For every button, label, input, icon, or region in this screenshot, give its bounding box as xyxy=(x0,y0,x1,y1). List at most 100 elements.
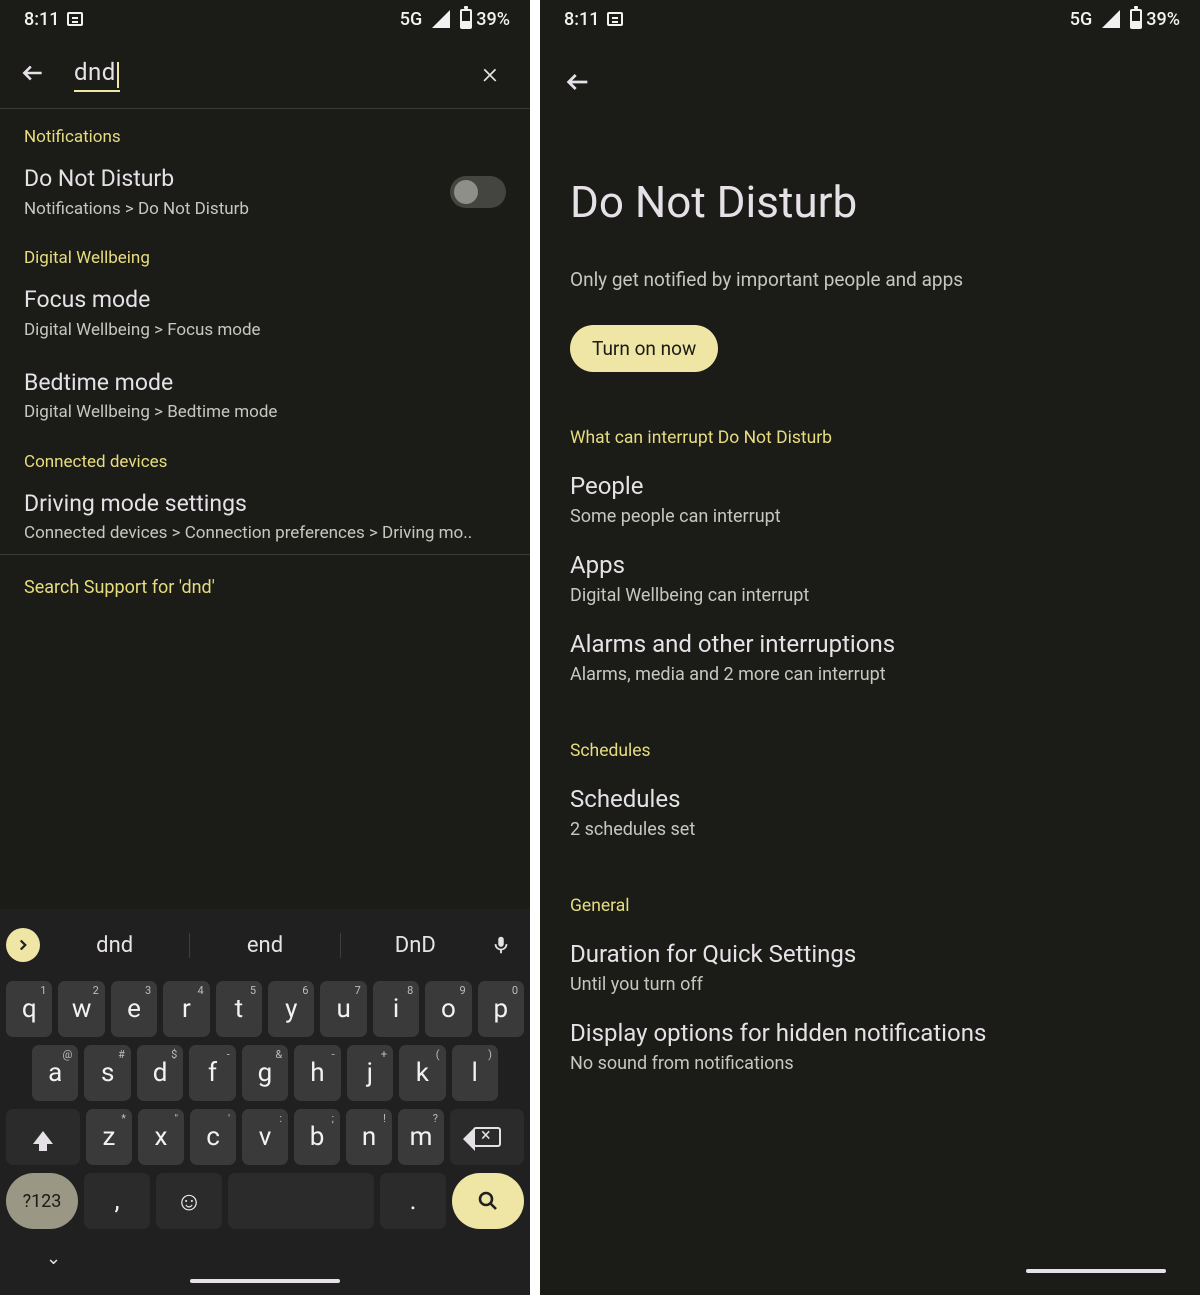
key-k[interactable]: k( xyxy=(399,1045,445,1101)
suggestion-1[interactable]: dnd xyxy=(40,933,189,958)
search-support-link[interactable]: Search Support for 'dnd' xyxy=(0,554,530,620)
battery-icon xyxy=(460,9,472,29)
key-j[interactable]: j+ xyxy=(347,1045,393,1101)
section-general: General xyxy=(540,840,1200,916)
key-h[interactable]: h- xyxy=(294,1045,340,1101)
key-z[interactable]: z* xyxy=(86,1109,132,1165)
collapse-keyboard-icon[interactable]: ⌄ xyxy=(46,1248,61,1269)
search-results: Notifications Do Not Disturb Notificatio… xyxy=(0,109,530,909)
search-key[interactable] xyxy=(452,1173,524,1229)
section-connected-devices: Connected devices xyxy=(0,434,530,472)
result-bedtime-mode[interactable]: Bedtime mode Digital Wellbeing > Bedtime… xyxy=(0,351,530,434)
key-u[interactable]: u7 xyxy=(320,981,366,1037)
key-b[interactable]: b; xyxy=(294,1109,340,1165)
battery-level: 39% xyxy=(476,9,510,30)
result-path: Connected devices > Connection preferenc… xyxy=(24,522,506,544)
space-key[interactable] xyxy=(228,1173,374,1229)
item-sub: No sound from notifications xyxy=(570,1053,1170,1074)
key-r[interactable]: r4 xyxy=(163,981,209,1037)
result-do-not-disturb[interactable]: Do Not Disturb Notifications > Do Not Di… xyxy=(0,147,530,230)
nav-bar: ⌄ xyxy=(0,1237,530,1295)
result-path: Digital Wellbeing > Focus mode xyxy=(24,319,506,341)
item-title: Alarms and other interruptions xyxy=(570,630,1170,658)
key-t[interactable]: t5 xyxy=(216,981,262,1037)
item-sub: 2 schedules set xyxy=(570,819,1170,840)
dnd-toggle[interactable] xyxy=(450,176,506,208)
result-path: Digital Wellbeing > Bedtime mode xyxy=(24,401,506,423)
key-w[interactable]: w2 xyxy=(58,981,104,1037)
key-q[interactable]: q1 xyxy=(6,981,52,1037)
key-f[interactable]: f- xyxy=(189,1045,235,1101)
emoji-key[interactable]: ☺ xyxy=(156,1173,222,1229)
symbols-key[interactable]: ?123 xyxy=(6,1173,78,1229)
key-m[interactable]: m? xyxy=(398,1109,444,1165)
backspace-key[interactable] xyxy=(450,1109,524,1165)
result-title: Bedtime mode xyxy=(24,369,506,398)
suggestion-3[interactable]: DnD xyxy=(340,933,490,958)
on-screen-keyboard: dnd end DnD q1w2e3r4t5y6u7i8o9p0 a@s#d$f… xyxy=(0,909,530,1295)
back-button[interactable] xyxy=(540,38,1200,106)
item-apps[interactable]: Apps Digital Wellbeing can interrupt xyxy=(540,527,1200,606)
clear-search-button[interactable]: × xyxy=(470,56,510,91)
item-title: Display options for hidden notifications xyxy=(570,1019,1170,1047)
key-y[interactable]: y6 xyxy=(268,981,314,1037)
search-input[interactable]: dnd xyxy=(74,58,470,89)
item-title: Schedules xyxy=(570,785,1170,813)
item-people[interactable]: People Some people can interrupt xyxy=(540,448,1200,527)
key-v[interactable]: v: xyxy=(242,1109,288,1165)
key-x[interactable]: x" xyxy=(138,1109,184,1165)
suggestion-2[interactable]: end xyxy=(189,933,339,958)
item-sub: Some people can interrupt xyxy=(570,506,1170,527)
key-s[interactable]: s# xyxy=(84,1045,130,1101)
item-title: Apps xyxy=(570,551,1170,579)
battery-icon xyxy=(1130,9,1142,29)
result-driving-mode[interactable]: Driving mode settings Connected devices … xyxy=(0,472,530,555)
search-settings-screen: 8:11 5G 39% dnd × Notifications Do Not D… xyxy=(0,0,530,1295)
section-digital-wellbeing: Digital Wellbeing xyxy=(0,230,530,268)
keyboard-row-4: ?123 , ☺ . xyxy=(0,1165,530,1237)
home-indicator[interactable] xyxy=(1026,1269,1166,1273)
key-g[interactable]: g& xyxy=(242,1045,288,1101)
expand-chip[interactable] xyxy=(6,928,40,962)
item-sub: Alarms, media and 2 more can interrupt xyxy=(570,664,1170,685)
key-a[interactable]: a@ xyxy=(32,1045,78,1101)
home-indicator[interactable] xyxy=(190,1279,340,1283)
result-title: Focus mode xyxy=(24,286,506,315)
dnd-settings-screen: 8:11 5G 39% Do Not Disturb Only get noti… xyxy=(540,0,1200,1295)
item-title: Duration for Quick Settings xyxy=(570,940,1170,968)
key-o[interactable]: o9 xyxy=(425,981,471,1037)
key-i[interactable]: i8 xyxy=(373,981,419,1037)
item-sub: Digital Wellbeing can interrupt xyxy=(570,585,1170,606)
item-alarms[interactable]: Alarms and other interruptions Alarms, m… xyxy=(540,606,1200,685)
section-interrupt: What can interrupt Do Not Disturb xyxy=(540,372,1200,448)
item-duration[interactable]: Duration for Quick Settings Until you tu… xyxy=(540,916,1200,995)
key-d[interactable]: d$ xyxy=(137,1045,183,1101)
battery-level: 39% xyxy=(1146,9,1180,30)
mic-icon[interactable] xyxy=(490,934,524,956)
shift-key[interactable] xyxy=(6,1109,80,1165)
period-key[interactable]: . xyxy=(380,1173,446,1229)
dnd-content: Do Not Disturb Only get notified by impo… xyxy=(540,106,1200,1295)
back-arrow-icon[interactable] xyxy=(20,60,46,86)
turn-on-button[interactable]: Turn on now xyxy=(570,325,718,372)
search-header: dnd × xyxy=(0,38,530,108)
result-path: Notifications > Do Not Disturb xyxy=(24,198,249,220)
comma-key[interactable]: , xyxy=(84,1173,150,1229)
status-time: 8:11 xyxy=(564,9,599,30)
status-bar: 8:11 5G 39% xyxy=(0,0,530,38)
signal-icon xyxy=(432,10,450,28)
key-l[interactable]: l) xyxy=(452,1045,498,1101)
result-focus-mode[interactable]: Focus mode Digital Wellbeing > Focus mod… xyxy=(0,268,530,351)
key-c[interactable]: c' xyxy=(190,1109,236,1165)
key-p[interactable]: p0 xyxy=(478,981,524,1037)
keyboard-row-1: q1w2e3r4t5y6u7i8o9p0 xyxy=(0,973,530,1037)
item-sub: Until you turn off xyxy=(570,974,1170,995)
section-notifications: Notifications xyxy=(0,109,530,147)
key-n[interactable]: n! xyxy=(346,1109,392,1165)
status-bar: 8:11 5G 39% xyxy=(540,0,1200,38)
item-hidden-notifications[interactable]: Display options for hidden notifications… xyxy=(540,995,1200,1104)
item-schedules[interactable]: Schedules 2 schedules set xyxy=(540,761,1200,840)
network-label: 5G xyxy=(400,9,423,30)
item-title: People xyxy=(570,472,1170,500)
key-e[interactable]: e3 xyxy=(111,981,157,1037)
